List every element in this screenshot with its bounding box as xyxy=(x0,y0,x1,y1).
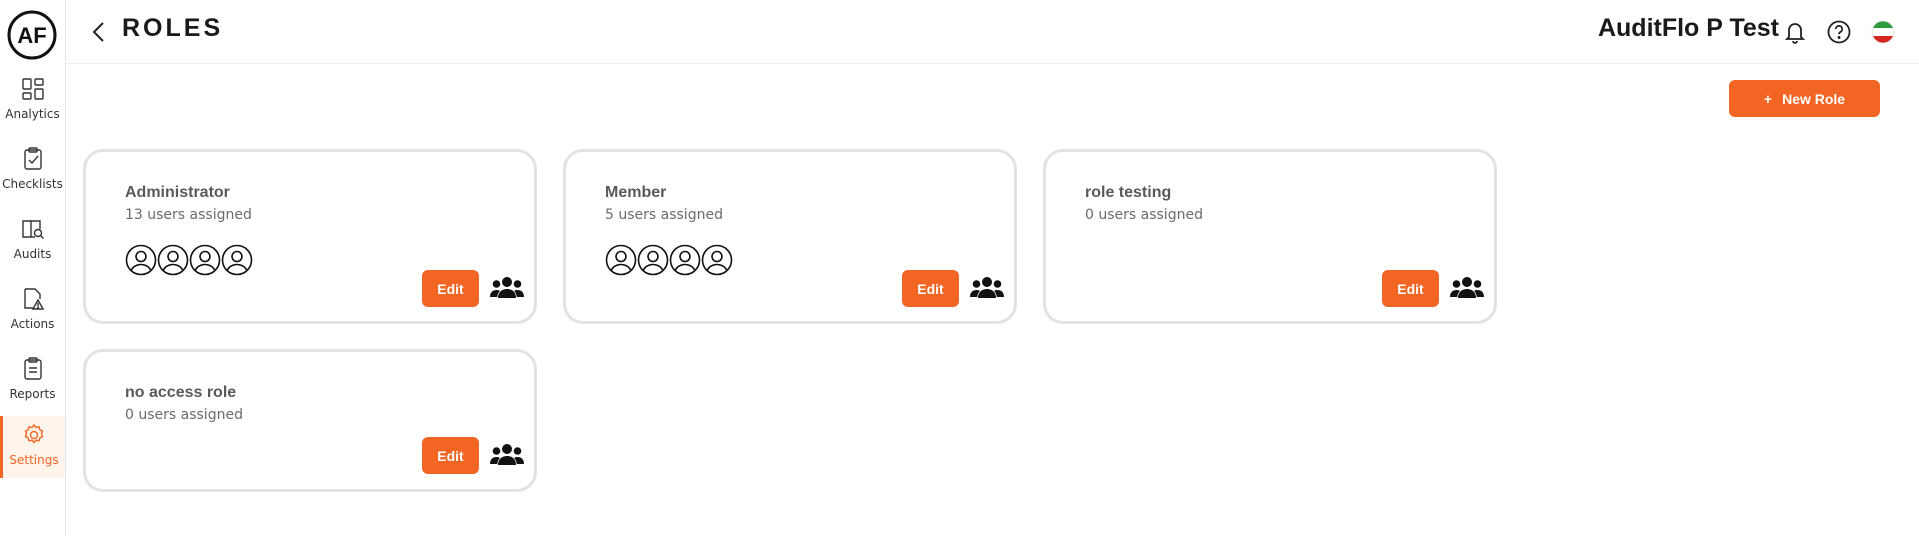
audit-icon xyxy=(21,220,44,239)
bell-icon xyxy=(1784,23,1806,44)
checklist-icon xyxy=(23,147,42,170)
user-avatar-icon xyxy=(669,244,701,276)
users-group-icon[interactable] xyxy=(490,274,524,302)
role-name: Administrator xyxy=(125,184,230,201)
chevron-left-icon xyxy=(92,22,104,42)
action-warning-icon xyxy=(23,288,44,310)
sidebar-item-audits[interactable]: Audits xyxy=(0,216,65,282)
role-name: no access role xyxy=(125,384,237,401)
role-card-administrator: Administrator 13 users assigned Edit xyxy=(83,149,537,324)
avatar-group xyxy=(125,244,253,276)
sidebar-item-label: Analytics xyxy=(5,107,60,121)
avatar-group xyxy=(605,244,733,276)
sidebar-item-settings[interactable]: Settings xyxy=(0,416,65,478)
notifications-button[interactable] xyxy=(1781,18,1809,46)
analytics-icon xyxy=(21,78,44,100)
edit-role-button[interactable]: Edit xyxy=(422,437,479,474)
user-avatar-icon xyxy=(701,244,733,276)
edit-role-button[interactable]: Edit xyxy=(902,270,959,307)
report-icon xyxy=(23,357,42,380)
users-group-icon[interactable] xyxy=(490,441,524,469)
svg-text:AF: AF xyxy=(17,23,46,48)
sidebar-item-analytics[interactable]: Analytics xyxy=(0,76,65,142)
language-button[interactable] xyxy=(1869,18,1897,46)
sidebar-item-reports[interactable]: Reports xyxy=(0,356,65,422)
app-logo[interactable]: AF xyxy=(7,10,57,60)
new-role-button[interactable]: + New Role xyxy=(1729,80,1880,117)
user-avatar-icon xyxy=(221,244,253,276)
plus-icon: + xyxy=(1763,90,1773,107)
role-name: Member xyxy=(605,184,667,201)
edit-role-button[interactable]: Edit xyxy=(1382,270,1439,307)
user-avatar-icon xyxy=(125,244,157,276)
user-avatar-icon xyxy=(605,244,637,276)
user-avatar-icon xyxy=(637,244,669,276)
sidebar-item-label: Checklists xyxy=(2,177,63,191)
back-button[interactable] xyxy=(86,19,112,45)
page-title: ROLES xyxy=(122,14,224,42)
sidebar: AF Analytics Checklists Audits Actions R… xyxy=(0,0,66,536)
edit-role-button[interactable]: Edit xyxy=(422,270,479,307)
role-user-count: 0 users assigned xyxy=(125,407,243,423)
help-button[interactable] xyxy=(1825,18,1853,46)
role-card-no-access-role: no access role 0 users assigned Edit xyxy=(83,349,537,492)
sidebar-item-label: Audits xyxy=(13,247,52,261)
sidebar-item-label: Actions xyxy=(10,317,55,331)
gear-icon xyxy=(24,423,44,444)
role-user-count: 5 users assigned xyxy=(605,207,723,223)
top-header: ROLES AuditFlo P Test xyxy=(66,0,1919,64)
new-role-label: New Role xyxy=(1782,90,1846,107)
users-group-icon[interactable] xyxy=(1450,274,1484,302)
user-avatar-icon xyxy=(157,244,189,276)
sidebar-item-checklists[interactable]: Checklists xyxy=(0,146,65,212)
role-user-count: 0 users assigned xyxy=(1085,207,1203,223)
role-name: role testing xyxy=(1085,184,1172,201)
organization-name: AuditFlo P Test xyxy=(1597,14,1779,42)
sidebar-item-label: Settings xyxy=(9,453,59,467)
role-card-role-testing: role testing 0 users assigned Edit xyxy=(1043,149,1497,324)
flag-icon xyxy=(1871,20,1895,44)
sidebar-item-actions[interactable]: Actions xyxy=(0,286,65,352)
role-card-member: Member 5 users assigned Edit xyxy=(563,149,1017,324)
role-user-count: 13 users assigned xyxy=(125,207,252,223)
users-group-icon[interactable] xyxy=(970,274,1004,302)
user-avatar-icon xyxy=(189,244,221,276)
sidebar-item-label: Reports xyxy=(9,387,56,401)
help-icon xyxy=(1827,20,1851,44)
